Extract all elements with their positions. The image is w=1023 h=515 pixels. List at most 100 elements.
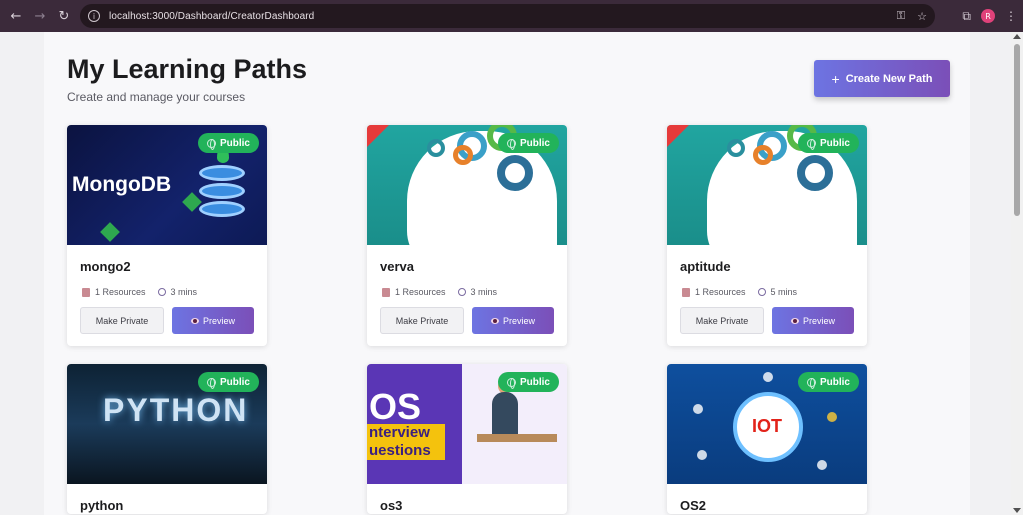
- resources-count: 1 Resources: [95, 287, 146, 297]
- database-cylinder-icon: [199, 201, 245, 217]
- password-key-icon[interactable]: ⚿: [897, 9, 905, 23]
- iot-node-icon: [827, 412, 837, 422]
- learning-path-card[interactable]: IOT Public OS2: [667, 364, 867, 514]
- scroll-up-arrow-icon[interactable]: [1013, 34, 1021, 39]
- dashboard-content: My Learning Paths Create and manage your…: [44, 32, 970, 515]
- course-thumbnail: Public: [367, 125, 567, 245]
- profile-avatar[interactable]: R: [981, 9, 995, 23]
- learning-path-card[interactable]: OS nterview uestions Public os3: [367, 364, 567, 514]
- duration: 3 mins: [170, 287, 198, 297]
- bookmark-star-icon[interactable]: ☆: [917, 10, 927, 23]
- resources-count: 1 Resources: [695, 287, 746, 297]
- public-badge: Public: [197, 372, 259, 392]
- vertical-scrollbar[interactable]: [1011, 32, 1023, 515]
- public-badge: Public: [197, 133, 259, 153]
- iot-node-icon: [817, 460, 827, 470]
- public-badge: Public: [797, 372, 859, 392]
- badge-label: Public: [219, 376, 250, 388]
- learning-path-card[interactable]: PYTHON Public python: [67, 364, 267, 514]
- gear-icon: [797, 155, 833, 191]
- make-private-button[interactable]: Make Private: [80, 307, 164, 334]
- gear-icon: [727, 139, 745, 157]
- gear-icon: [427, 139, 445, 157]
- thumbnail-band: uestions: [367, 442, 445, 460]
- database-cylinder-icon: [199, 183, 245, 199]
- scroll-down-arrow-icon[interactable]: [1013, 508, 1021, 513]
- public-badge: Public: [797, 133, 859, 153]
- address-bar[interactable]: i localhost:3000/Dashboard/CreatorDashbo…: [80, 4, 935, 28]
- duration: 3 mins: [470, 287, 498, 297]
- duration: 5 mins: [770, 287, 798, 297]
- book-icon: [382, 287, 390, 297]
- public-badge: Public: [497, 372, 559, 392]
- globe-icon: [506, 377, 516, 389]
- thumbnail-text: OS: [369, 386, 422, 427]
- card-meta: 1 Resources 5 mins: [682, 287, 867, 297]
- timer-icon: [757, 288, 766, 296]
- reload-icon[interactable]: ↻: [52, 4, 76, 28]
- thumbnail-text: IOT: [752, 416, 782, 436]
- card-title: OS2: [680, 498, 707, 513]
- eye-icon: [790, 317, 799, 324]
- preview-button[interactable]: Preview: [472, 307, 554, 334]
- preview-button[interactable]: Preview: [172, 307, 254, 334]
- preview-button[interactable]: Preview: [772, 307, 854, 334]
- extensions-icon[interactable]: ⧉: [962, 9, 971, 24]
- course-thumbnail: IOT Public: [667, 364, 867, 484]
- badge-label: Public: [519, 137, 550, 149]
- url-text: localhost:3000/Dashboard/CreatorDashboar…: [109, 10, 315, 22]
- badge-label: Public: [819, 137, 850, 149]
- timer-icon: [457, 288, 466, 296]
- plus-icon: +: [831, 70, 840, 87]
- decor-diamond: [100, 222, 120, 242]
- book-icon: [82, 287, 90, 297]
- card-title: aptitude: [680, 259, 731, 274]
- learning-path-card[interactable]: Public aptitude 1 Resources 5 mins Make …: [667, 125, 867, 346]
- thumbnail-band: nterview: [367, 424, 445, 442]
- learning-path-card[interactable]: MongoDB Public mongo2 1 Resources 3 mins…: [67, 125, 267, 346]
- badge-label: Public: [819, 376, 850, 388]
- globe-icon: [806, 138, 816, 150]
- make-private-button[interactable]: Make Private: [380, 307, 464, 334]
- course-thumbnail: MongoDB Public: [67, 125, 267, 245]
- course-thumbnail: OS nterview uestions Public: [367, 364, 567, 484]
- card-meta: 1 Resources 3 mins: [82, 287, 267, 297]
- corner-ribbon: [367, 125, 389, 147]
- gear-icon: [497, 155, 533, 191]
- iot-node-icon: [697, 450, 707, 460]
- resources-count: 1 Resources: [395, 287, 446, 297]
- iot-node-icon: [693, 404, 703, 414]
- thumbnail-text: PYTHON: [103, 392, 249, 428]
- badge-label: Public: [519, 376, 550, 388]
- card-meta: 1 Resources 3 mins: [382, 287, 567, 297]
- create-new-path-button[interactable]: + Create New Path: [814, 60, 950, 97]
- browser-toolbar: ← → ↻ i localhost:3000/Dashboard/Creator…: [0, 0, 1023, 32]
- gear-icon: [453, 145, 473, 165]
- corner-ribbon: [667, 125, 689, 147]
- forward-icon[interactable]: →: [28, 4, 52, 28]
- card-title: python: [80, 498, 124, 513]
- learning-path-card[interactable]: Public verva 1 Resources 3 mins Make Pri…: [367, 125, 567, 346]
- iot-node-icon: [763, 372, 773, 382]
- scrollbar-thumb[interactable]: [1014, 44, 1020, 216]
- badge-label: Public: [219, 137, 250, 149]
- card-title: verva: [380, 259, 414, 274]
- site-info-icon[interactable]: i: [88, 10, 100, 22]
- browser-menu-icon[interactable]: ⋮: [1005, 9, 1017, 23]
- desk: [477, 434, 557, 442]
- create-new-path-label: Create New Path: [845, 72, 933, 85]
- page-subtitle: Create and manage your courses: [67, 90, 246, 104]
- book-icon: [682, 287, 690, 297]
- globe-icon: [806, 377, 816, 389]
- database-cylinder-icon: [199, 165, 245, 181]
- timer-icon: [157, 288, 166, 296]
- preview-label: Preview: [802, 315, 835, 326]
- preview-label: Preview: [502, 315, 535, 326]
- preview-label: Preview: [202, 315, 235, 326]
- make-private-button[interactable]: Make Private: [680, 307, 764, 334]
- public-badge: Public: [497, 133, 559, 153]
- back-icon[interactable]: ←: [4, 4, 28, 28]
- globe-icon: [206, 138, 216, 150]
- thumbnail-text: MongoDB: [72, 173, 172, 196]
- card-title: mongo2: [80, 259, 131, 274]
